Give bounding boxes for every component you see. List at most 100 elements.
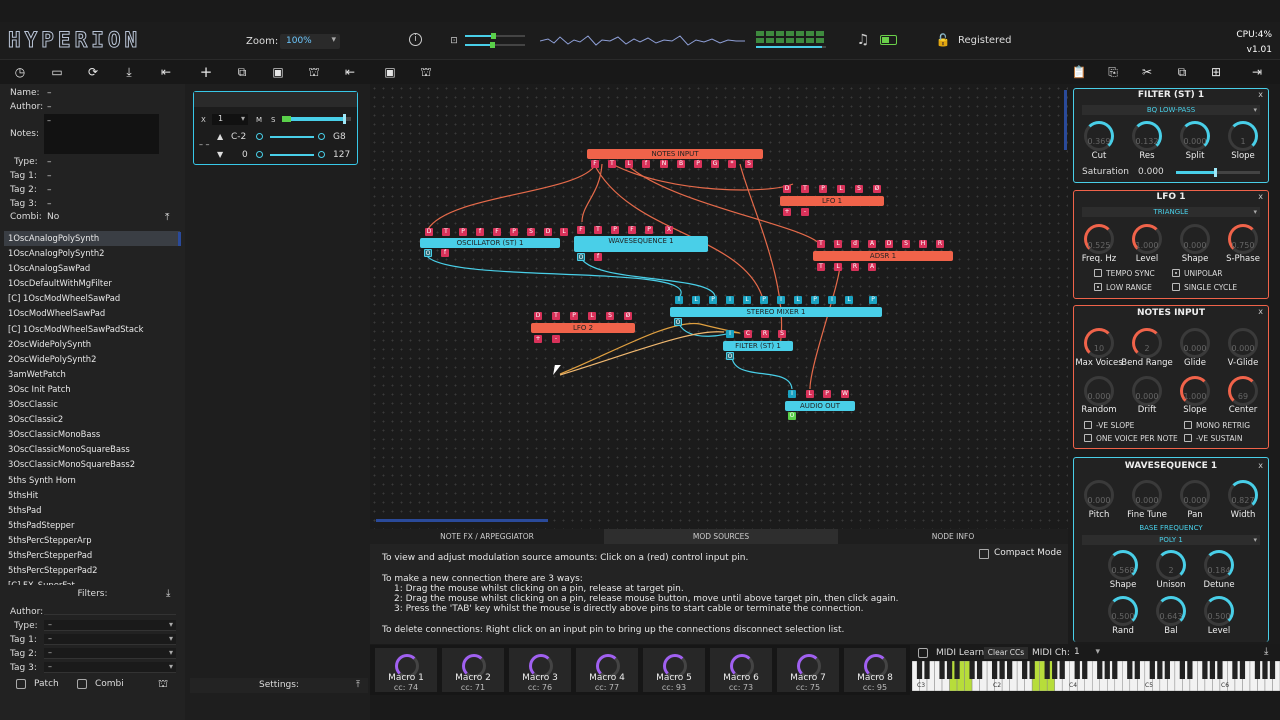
mono-retrig-option[interactable]: MONO RETRIG (1184, 421, 1250, 430)
collapse-icon[interactable]: ⇤ (341, 64, 359, 80)
pin-phase[interactable]: Ø (873, 185, 881, 193)
exit-icon[interactable]: ⇥ (1248, 64, 1266, 80)
black-key[interactable] (1157, 661, 1163, 679)
pin-minus[interactable]: - (801, 208, 809, 216)
high-note-knob[interactable] (318, 133, 325, 140)
node-oscillator[interactable]: OSCILLATOR (ST) 1 (420, 238, 560, 248)
clear-ccs-button[interactable]: Clear CCs (984, 647, 1028, 659)
tempo-sync-checkbox[interactable] (1094, 269, 1102, 277)
tab-note-fx[interactable]: NOTE FX / ARPEGGIATOR (370, 529, 604, 544)
black-key[interactable] (1149, 661, 1155, 679)
pin-plus[interactable]: + (783, 208, 791, 216)
high-note[interactable]: G8 (333, 132, 346, 142)
saturation-slider[interactable] (1176, 168, 1260, 177)
filter-download-icon[interactable]: ⤓ (166, 588, 170, 599)
close-icon[interactable]: x (1258, 461, 1263, 470)
patch-list-item[interactable]: 5thsPercStepperPad (4, 548, 180, 563)
combi-checkbox[interactable] (77, 679, 87, 689)
arrow-up-icon[interactable]: ▲ (217, 132, 223, 141)
pin-s[interactable]: S (527, 228, 535, 236)
pin-l4[interactable]: L (845, 296, 853, 304)
tab-mod-sources[interactable]: MOD SOURCES (604, 529, 838, 544)
macro-knob-4[interactable]: Macro 4 cc: 77 (576, 648, 638, 692)
pin-f2[interactable]: F (493, 228, 501, 236)
pin-l[interactable]: L (560, 228, 568, 236)
pin-i[interactable]: I (788, 390, 796, 398)
black-key[interactable] (939, 661, 945, 679)
black-key[interactable] (1074, 661, 1080, 679)
pitch-knob[interactable] (1084, 480, 1114, 510)
filter-author-input[interactable] (44, 614, 176, 615)
pin-n[interactable]: N (660, 160, 668, 168)
black-key[interactable] (1007, 661, 1013, 679)
ve-sustain-option[interactable]: -VE SUSTAIN (1184, 434, 1242, 443)
patch-list-item[interactable]: 1OscAnalogSawPad (4, 261, 180, 276)
pin-p[interactable]: P (459, 228, 467, 236)
cut-icon[interactable]: ✂ (1138, 64, 1156, 80)
pin-x[interactable]: X (665, 226, 673, 234)
mono-retrig-checkbox[interactable] (1184, 421, 1192, 429)
patch-list-item[interactable]: 5thsPadStepper (4, 518, 180, 533)
settings-bar[interactable]: Settings: ⤒ (190, 678, 368, 693)
pin-t[interactable]: T (817, 263, 825, 271)
node-filter[interactable]: FILTER (ST) 1 (723, 341, 793, 351)
single-cycle-option[interactable]: SINGLE CYCLE (1172, 283, 1237, 292)
pin-s[interactable]: S (606, 312, 614, 320)
patch-list-item[interactable]: 3OscClassicMonoSquareBass2 (4, 457, 180, 472)
low-note[interactable]: C-2 (231, 132, 246, 142)
pin-out[interactable]: O (674, 318, 682, 326)
level-knob[interactable] (1204, 596, 1234, 626)
black-key[interactable] (954, 661, 960, 679)
stop-icon[interactable]: ⊡ (446, 33, 462, 49)
folder-icon[interactable]: ▭ (48, 64, 66, 80)
pin-minus[interactable]: - (552, 335, 560, 343)
pin-l[interactable]: L (588, 312, 596, 320)
pin-phase[interactable]: Ø (624, 312, 632, 320)
black-key[interactable] (1217, 661, 1223, 679)
black-key[interactable] (1254, 661, 1261, 679)
pin-p2[interactable]: P (645, 226, 653, 234)
copy-icon[interactable]: ⧉ (233, 64, 251, 80)
node-notes-input[interactable]: NOTES INPUT (587, 149, 763, 159)
author-value[interactable]: – (47, 102, 52, 112)
pin-i2[interactable]: I (726, 296, 734, 304)
black-key[interactable] (991, 661, 998, 679)
pin-i3[interactable]: I (777, 296, 785, 304)
shape-knob[interactable] (1108, 550, 1138, 580)
unipolar-checkbox[interactable] (1172, 269, 1180, 277)
ve-sustain-checkbox[interactable] (1184, 434, 1192, 442)
node-audio-out[interactable]: AUDIO OUT (785, 401, 855, 411)
pin-p[interactable]: P (570, 312, 578, 320)
add-icon[interactable]: + (197, 64, 215, 80)
patch-list-item[interactable]: 3OscClassic (4, 397, 180, 412)
black-key[interactable] (1164, 661, 1170, 679)
close-icon[interactable]: x (1258, 90, 1263, 99)
music-note-icon[interactable]: ♫ (855, 32, 871, 48)
battery-icon[interactable] (880, 35, 897, 45)
low-range-checkbox[interactable] (1094, 283, 1102, 291)
node-adsr[interactable]: ADSR 1 (813, 251, 953, 261)
bend-range-knob[interactable] (1132, 328, 1162, 358)
pin-c[interactable]: C (744, 330, 752, 338)
pin-s[interactable]: S (745, 160, 753, 168)
refresh-icon[interactable]: ⟳ (84, 64, 102, 80)
pin-g[interactable]: G (711, 160, 719, 168)
pin-p2[interactable]: P (760, 296, 768, 304)
res-knob[interactable] (1132, 121, 1162, 151)
black-key[interactable] (1112, 661, 1118, 679)
one-voice-option[interactable]: ONE VOICE PER NOTE (1084, 434, 1178, 443)
patch-list-item[interactable]: 3Osc Init Patch (4, 382, 180, 397)
center-knob[interactable] (1228, 376, 1258, 406)
black-key[interactable] (976, 661, 983, 679)
pin-t[interactable]: T (552, 312, 560, 320)
cut-knob[interactable] (1084, 121, 1114, 151)
patch-list-item[interactable]: 3OscClassicMonoSquareBass (4, 442, 180, 457)
pin-out[interactable]: O (788, 412, 796, 420)
pin-l[interactable]: L (834, 240, 842, 248)
black-key[interactable] (1262, 661, 1268, 679)
patch-list-item[interactable]: [C] 1OscModWheelSawPad (4, 291, 180, 306)
download-icon[interactable]: ⤓ (120, 64, 138, 80)
low-range-option[interactable]: LOW RANGE (1094, 283, 1152, 292)
black-key[interactable] (1187, 661, 1193, 679)
keyzone-card[interactable]: X 1 ▾ M S ▲ C-2 G8 – – ▼ 0 127 (193, 91, 358, 165)
